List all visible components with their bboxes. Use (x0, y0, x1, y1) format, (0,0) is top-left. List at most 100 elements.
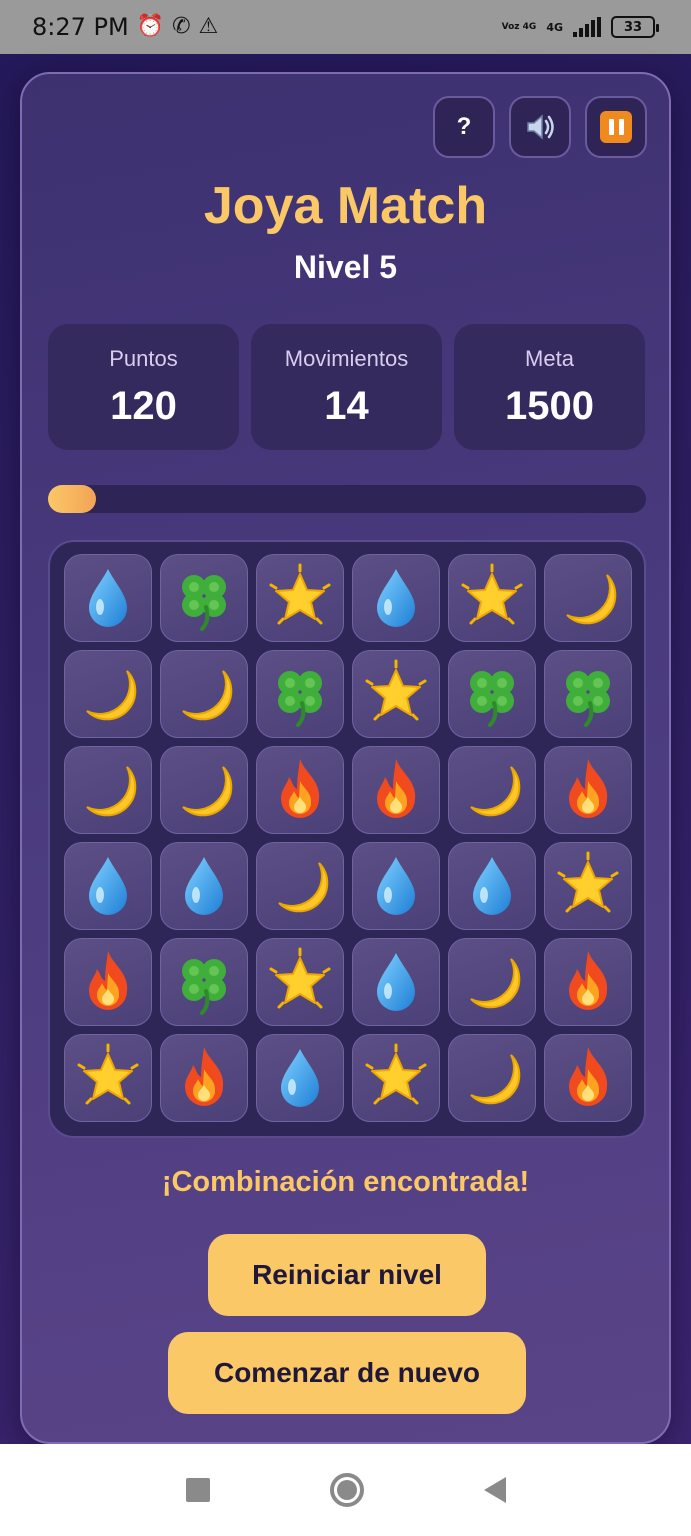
board-tile[interactable] (544, 1034, 632, 1122)
board-tile[interactable] (544, 746, 632, 834)
drop-gem-icon (377, 857, 415, 915)
stat-label: Meta (525, 345, 574, 371)
board-tile[interactable] (448, 842, 536, 930)
fire-gem-icon (569, 951, 608, 1010)
sound-button[interactable] (509, 96, 571, 158)
stat-value: 1500 (505, 383, 594, 428)
status-left: 8:27 PM ⏰ ✆ ⚠ (32, 13, 218, 41)
board-tile[interactable] (64, 938, 152, 1026)
board-tile[interactable] (64, 554, 152, 642)
status-right: Voz 4G 4G 33 (502, 16, 659, 38)
stat-value: 120 (110, 383, 177, 428)
drop-gem-icon (377, 953, 415, 1011)
moon-gem-icon (182, 670, 233, 721)
help-label: ? (456, 113, 472, 140)
drop-gem-icon (281, 1049, 319, 1107)
star-gem-icon (365, 1043, 427, 1105)
board-tile[interactable] (160, 842, 248, 930)
board-tile[interactable] (448, 650, 536, 738)
board-tile[interactable] (256, 650, 344, 738)
stat-moves: Movimientos 14 (251, 324, 442, 450)
board-tile[interactable] (352, 1034, 440, 1122)
new-game-button[interactable]: Comenzar de nuevo (168, 1332, 526, 1414)
board-tile[interactable] (160, 746, 248, 834)
pause-button[interactable] (585, 96, 647, 158)
fire-gem-icon (377, 759, 416, 818)
board-tile[interactable] (256, 842, 344, 930)
board-tile[interactable] (160, 938, 248, 1026)
level-label: Nivel 5 (293, 249, 398, 285)
recent-apps-icon[interactable] (185, 1478, 210, 1502)
stat-goal: Meta 1500 (454, 324, 645, 450)
board-tile[interactable] (448, 554, 536, 642)
board-tile[interactable] (64, 1034, 152, 1122)
board-tile[interactable] (256, 1034, 344, 1122)
moon-gem-icon (470, 766, 521, 817)
drop-gem-icon (185, 857, 223, 915)
star-gem-icon (461, 563, 523, 625)
board-tile[interactable] (256, 938, 344, 1026)
speaker-icon (527, 114, 554, 140)
network-type: 4G (546, 20, 563, 34)
star-gem-icon (269, 947, 331, 1009)
pause-icon (600, 111, 632, 143)
battery-level: 33 (623, 19, 643, 35)
stats-row: Puntos 120 Movimientos 14 Meta 1500 (48, 324, 645, 450)
progress-bar (48, 485, 646, 513)
star-gem-icon (557, 851, 619, 913)
board-tile[interactable] (448, 938, 536, 1026)
star-gem-icon (77, 1043, 139, 1105)
drop-gem-icon (473, 857, 511, 915)
stat-value: 14 (324, 383, 369, 428)
restart-level-button[interactable]: Reiniciar nivel (208, 1234, 486, 1316)
stat-points: Puntos 120 (48, 324, 239, 450)
back-icon[interactable] (483, 1477, 506, 1503)
board-tile[interactable] (352, 842, 440, 930)
board-tile[interactable] (64, 842, 152, 930)
star-gem-icon (365, 659, 427, 721)
clover-gem-icon (182, 575, 226, 631)
board-tile[interactable] (256, 746, 344, 834)
clover-gem-icon (566, 671, 610, 727)
board-tile[interactable] (352, 650, 440, 738)
drop-gem-icon (89, 857, 127, 915)
warning-icon: ⚠ (198, 14, 219, 39)
progress-fill (48, 485, 96, 513)
board-tile[interactable] (160, 554, 248, 642)
fire-gem-icon (281, 759, 320, 818)
board-tile[interactable] (448, 1034, 536, 1122)
fire-gem-icon (569, 759, 608, 818)
board-tile[interactable] (352, 554, 440, 642)
moon-gem-icon (470, 958, 521, 1009)
network-voz: Voz 4G (501, 21, 537, 32)
drop-gem-icon (89, 569, 127, 627)
board-tile[interactable] (544, 650, 632, 738)
fire-gem-icon (185, 1047, 224, 1106)
status-time: 8:27 PM (32, 13, 129, 41)
stat-label: Movimientos (284, 345, 409, 371)
board-tile[interactable] (448, 746, 536, 834)
moon-gem-icon (566, 574, 617, 625)
board-tile[interactable] (64, 650, 152, 738)
board-tile[interactable] (160, 650, 248, 738)
help-button[interactable]: ? (433, 96, 495, 158)
moon-gem-icon (278, 862, 329, 913)
top-controls: ? (433, 96, 647, 158)
status-message: ¡Combinación encontrada! (161, 1166, 530, 1198)
moon-gem-icon (182, 766, 233, 817)
board-tile[interactable] (160, 1034, 248, 1122)
board-tile[interactable] (544, 842, 632, 930)
home-icon[interactable] (329, 1473, 364, 1507)
board-tile[interactable] (352, 938, 440, 1026)
clover-gem-icon (470, 671, 514, 727)
board-tile[interactable] (352, 746, 440, 834)
game-card: ? Joya Match Nivel 5 Puntos 120 Movimien… (20, 72, 671, 1444)
board-tile[interactable] (544, 938, 632, 1026)
star-gem-icon (269, 563, 331, 625)
whatsapp-icon: ✆ (172, 14, 191, 39)
network-label: Voz 4G (502, 22, 537, 33)
board-tile[interactable] (64, 746, 152, 834)
board-tile[interactable] (256, 554, 344, 642)
fire-gem-icon (569, 1047, 608, 1106)
board-tile[interactable] (544, 554, 632, 642)
